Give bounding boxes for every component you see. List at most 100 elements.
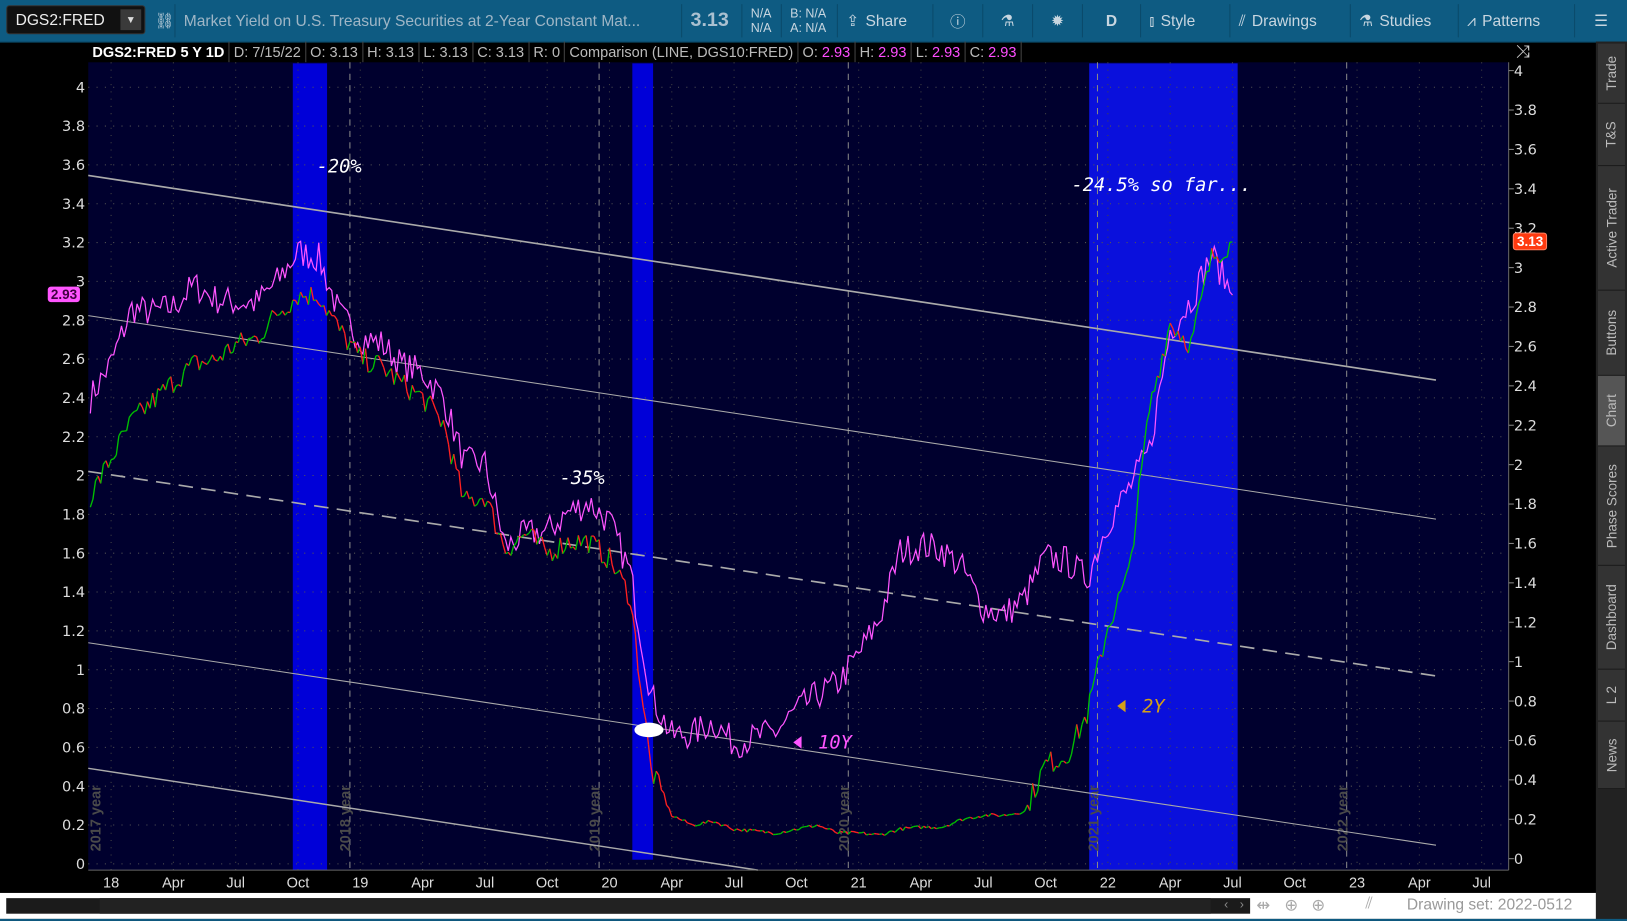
left-axis-tick: 0.6 — [62, 741, 85, 757]
last-left-badge: 2.93 — [47, 286, 81, 303]
horizontal-scrollbar[interactable]: ‹ › — [6, 897, 1251, 914]
shaded-period — [632, 63, 654, 860]
series-2y-segment — [998, 814, 1002, 818]
series-2y-segment — [736, 828, 740, 831]
right-axis-tick: 2.6 — [1514, 340, 1537, 356]
left-axis-tick: 1.6 — [62, 546, 85, 562]
right-sidebar: Trade T&S Active Trader Buttons Chart Phase S… — [1595, 41, 1627, 921]
left-axis-tick: 3.2 — [62, 236, 85, 252]
x-axis-tick: Jul — [724, 874, 744, 891]
zoom-icon[interactable]: ⊕ — [1311, 895, 1325, 916]
left-axis-tick: 2.2 — [62, 430, 85, 446]
list-menu-icon: ☰ — [1594, 12, 1609, 31]
year-label: 2022 year — [1336, 785, 1352, 852]
series-2y-segment — [788, 829, 792, 833]
x-axis-tick: Apr — [411, 874, 434, 891]
year-label: 2018 year — [338, 785, 354, 852]
sidebar-tab-label: Trade — [1603, 55, 1620, 91]
x-axis-tick: 23 — [1348, 874, 1366, 891]
series-2y-segment — [967, 816, 971, 819]
series-2y-segment — [855, 831, 859, 834]
series-2y-segment — [871, 832, 875, 836]
series-2y-segment — [1006, 813, 1010, 817]
series-2y-segment — [801, 826, 805, 829]
sidebar-tab-label: Buttons — [1603, 309, 1620, 356]
left-axis-tick: 3.4 — [62, 197, 85, 213]
left-axis-tick: 3.8 — [62, 119, 85, 135]
x-axis-tick: 19 — [352, 874, 369, 891]
right-axis-tick: 1.6 — [1514, 537, 1537, 553]
series-2y-segment — [754, 829, 758, 832]
annotation-text: -35% — [560, 468, 605, 489]
x-axis-tick: Jul — [973, 874, 993, 891]
series-2y-segment — [720, 824, 724, 827]
sidebar-tab-phase-scores[interactable]: Phase Scores — [1597, 446, 1625, 566]
series-2y-segment — [715, 821, 719, 824]
series-2y-segment — [1001, 813, 1005, 817]
series-2y-segment — [1003, 813, 1007, 817]
series-2y-segment — [840, 830, 844, 833]
series-2y-segment — [697, 824, 701, 827]
left-axis-tick: 1.4 — [62, 585, 85, 601]
sidebar-tab-label: News — [1603, 737, 1620, 772]
series-2y-segment — [785, 830, 789, 834]
x-axis-tick: Oct — [286, 874, 310, 891]
series-2y-segment — [936, 827, 940, 830]
annotation-text: 2Y — [1142, 696, 1166, 717]
drawing-tool-icon[interactable]: ⫽ — [1365, 895, 1372, 914]
scroll-left-icon[interactable]: ‹ — [1224, 897, 1228, 912]
left-axis-tick: 1.8 — [62, 508, 85, 524]
scroll-right-icon[interactable]: › — [1240, 897, 1244, 912]
sidebar-tab-trade[interactable]: Trade — [1597, 43, 1625, 104]
series-2y-segment — [1011, 813, 1015, 816]
x-axis-tick: Jul — [226, 874, 245, 891]
series-2y-segment — [110, 458, 114, 461]
right-axis-tick: 2 — [1514, 458, 1523, 474]
series-2y-segment — [749, 828, 753, 831]
sidebar-tab-active-trader[interactable]: Active Trader — [1597, 166, 1625, 291]
right-axis-tick: 3 — [1514, 261, 1523, 277]
drawing-set[interactable]: Drawing set: 2022-0512 — [1407, 896, 1572, 914]
series-2y-segment — [230, 351, 234, 354]
crosshair-icon[interactable]: ⊕ — [1284, 895, 1298, 916]
sidebar-tab-buttons[interactable]: Buttons — [1597, 290, 1625, 376]
x-axis-tick: Apr — [1158, 874, 1182, 891]
series-2y-segment — [977, 816, 981, 819]
shaded-period — [292, 63, 328, 871]
right-axis-tick: 0.8 — [1514, 694, 1537, 710]
left-axis-tick: 2.6 — [62, 352, 85, 368]
left-axis-tick: 0 — [76, 857, 85, 873]
sidebar-tab-news[interactable]: News — [1597, 721, 1625, 790]
left-axis-tick: 2 — [76, 469, 85, 485]
left-axis-tick: 1.2 — [62, 624, 85, 640]
scroll-thumb[interactable] — [99, 898, 1211, 914]
sidebar-tab-label: Chart — [1603, 394, 1620, 428]
right-axis-tick: 1 — [1514, 655, 1523, 671]
last-right-badge: 3.13 — [1512, 232, 1548, 251]
series-2y-segment — [866, 833, 870, 836]
sidebar-tab-t-s[interactable]: T&S — [1597, 103, 1625, 167]
x-axis-tick: Oct — [535, 874, 559, 891]
left-axis-tick: 4 — [76, 80, 85, 96]
right-axis-tick: 1.2 — [1514, 615, 1537, 631]
annotation-text: -20% — [317, 156, 362, 177]
sidebar-tab-dashboard[interactable]: Dashboard — [1597, 565, 1625, 670]
series-2y-segment — [783, 830, 787, 834]
x-axis-tick: Apr — [1408, 874, 1431, 891]
series-2y-segment — [687, 822, 691, 825]
x-axis-tick: Jul — [475, 874, 495, 891]
right-axis-tick: 0.2 — [1514, 812, 1537, 828]
series-2y-segment — [811, 825, 815, 828]
right-axis-tick: 3.6 — [1514, 143, 1537, 159]
drawing-handle — [634, 722, 664, 738]
series-2y-segment — [523, 533, 527, 536]
price-chart[interactable]: 2017 year 2018 year 2019 year 2020 year 2021… — [0, 0, 1596, 893]
right-axis-tick: 0.4 — [1514, 773, 1537, 789]
sidebar-tab-chart[interactable]: Chart — [1597, 375, 1625, 447]
sidebar-tab-l-2[interactable]: L 2 — [1597, 669, 1625, 722]
x-axis-tick: Jul — [1223, 874, 1242, 891]
left-axis-tick: 0.2 — [62, 818, 85, 834]
pan-icon[interactable]: ⇹ — [1256, 895, 1270, 916]
sidebar-tab-label: L 2 — [1603, 686, 1620, 705]
x-axis-tick: Oct — [1034, 874, 1057, 891]
